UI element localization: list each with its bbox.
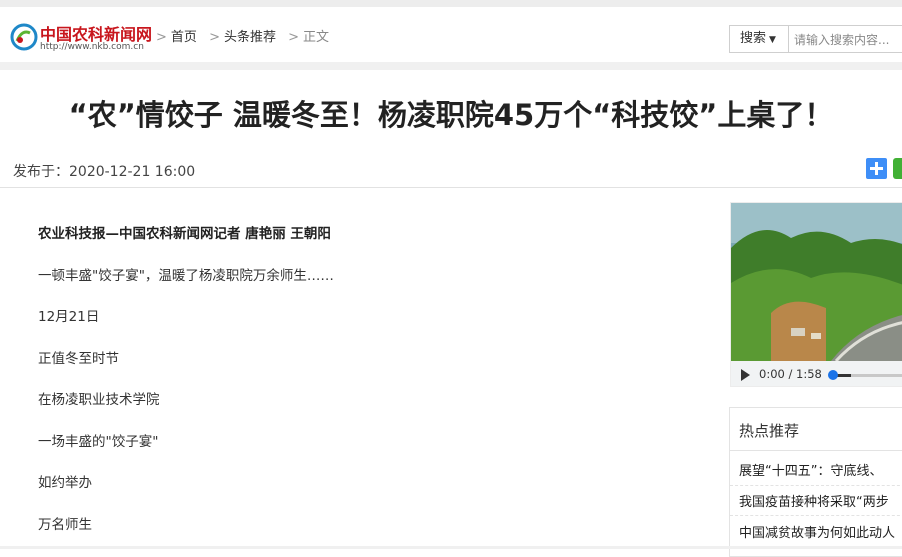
search-type-select[interactable]: 搜索 ▼ xyxy=(730,26,789,52)
breadcrumb-separator: > xyxy=(156,30,167,45)
breadcrumb-current: 正文 xyxy=(303,30,330,45)
hot-item-divider xyxy=(730,515,902,517)
article-title: “农”情饺子 温暖冬至！杨凌职院45万个“科技饺”上桌了！ xyxy=(68,98,834,132)
breadcrumb-home[interactable]: 首页 xyxy=(171,30,197,45)
breadcrumb-headlines[interactable]: 头条推荐 xyxy=(224,30,276,45)
hot-title: 热点推荐 xyxy=(739,422,800,440)
video-controls: 0:00 / 1:58 xyxy=(731,361,902,386)
article-paragraph: 正值冬至时节 xyxy=(38,350,119,367)
hot-item[interactable]: 我国疫苗接种将采取“两步 xyxy=(739,491,889,510)
search-input[interactable] xyxy=(790,26,902,54)
article-paragraph: 一顿丰盛"饺子宴"，温暖了杨凌职院万余师生…… xyxy=(38,267,334,284)
article-paragraph: 12月21日 xyxy=(38,309,100,325)
top-strip xyxy=(0,0,902,7)
site-logo[interactable]: 中国农科新闻网 http://www.nkb.com.cn xyxy=(10,21,152,55)
logo-mark-icon xyxy=(10,23,38,51)
article-paragraph: 一场丰盛的"饺子宴" xyxy=(38,433,159,450)
content-divider xyxy=(0,187,902,188)
hot-item[interactable]: 展望“十四五”：守底线、 xyxy=(739,460,882,479)
search-type-label: 搜索 xyxy=(740,31,767,46)
breadcrumb-separator: > xyxy=(288,30,300,45)
video-progress-knob[interactable] xyxy=(828,370,838,380)
hot-item[interactable]: 中国减贫故事为何如此动人 xyxy=(739,522,895,541)
play-icon[interactable] xyxy=(741,369,750,381)
site-header: 中国农科新闻网 http://www.nkb.com.cn > 首页 > 头条推荐 … xyxy=(0,7,902,62)
breadcrumb-separator: > xyxy=(209,30,220,45)
hot-title-divider xyxy=(730,450,902,451)
publish-date: 发布于：2020-12-21 16:00 xyxy=(13,164,196,180)
article-paragraph: 在杨凌职业技术学院 xyxy=(38,392,160,408)
chevron-down-icon: ▼ xyxy=(769,35,776,45)
video-thumbnail xyxy=(731,203,902,361)
header-divider-band xyxy=(0,62,902,70)
hot-item-divider xyxy=(730,485,902,487)
video-player[interactable]: 0:00 / 1:58 xyxy=(730,202,902,387)
hot-recommendations: 热点推荐 展望“十四五”：守底线、 我国疫苗接种将采取“两步 中国减贫故事为何如… xyxy=(729,407,902,557)
search-box: 搜索 ▼ xyxy=(729,25,902,54)
plus-share-icon[interactable] xyxy=(866,158,887,179)
video-time: 0:00 / 1:58 xyxy=(759,367,822,381)
logo-url: http://www.nkb.com.cn xyxy=(40,42,144,52)
article-paragraph: 如约举办 xyxy=(38,475,92,491)
article-body: 农业科技报—中国农科新闻网记者 唐艳丽 王朝阳 一顿丰盛"饺子宴"，温暖了杨凌职… xyxy=(38,220,698,552)
article-byline: 农业科技报—中国农科新闻网记者 唐艳丽 王朝阳 xyxy=(38,226,331,242)
wechat-share-icon[interactable] xyxy=(893,158,902,179)
breadcrumb: > 首页 > 头条推荐 > 正文 xyxy=(156,26,329,45)
